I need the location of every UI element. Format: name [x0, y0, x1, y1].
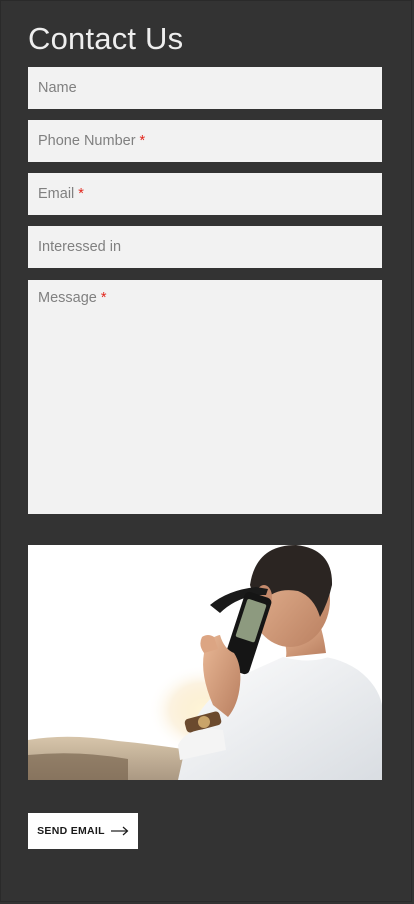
page-title: Contact Us [28, 21, 184, 56]
arrow-right-icon [110, 826, 129, 836]
name-field-placeholder: Name [38, 80, 77, 96]
email-field[interactable]: Email * [28, 173, 382, 215]
interested-in-field-placeholder: Interessed in [38, 239, 122, 255]
man-on-phone-photo [28, 545, 382, 780]
phone-number-field-placeholder: Phone Number [38, 133, 136, 149]
required-asterisk: * [139, 133, 146, 149]
required-asterisk: * [100, 290, 107, 306]
message-field[interactable]: Message * [28, 280, 382, 514]
send-email-button[interactable]: SEND EMAIL [28, 813, 138, 849]
phone-number-field[interactable]: Phone Number * [28, 120, 382, 162]
send-email-label: SEND EMAIL [37, 825, 105, 837]
interested-in-field[interactable]: Interessed in [28, 226, 382, 268]
name-field[interactable]: Name [28, 67, 382, 109]
message-field-placeholder: Message [38, 290, 97, 306]
email-field-placeholder: Email [38, 186, 75, 202]
photo-illustration [28, 545, 382, 780]
required-asterisk: * [78, 186, 84, 202]
